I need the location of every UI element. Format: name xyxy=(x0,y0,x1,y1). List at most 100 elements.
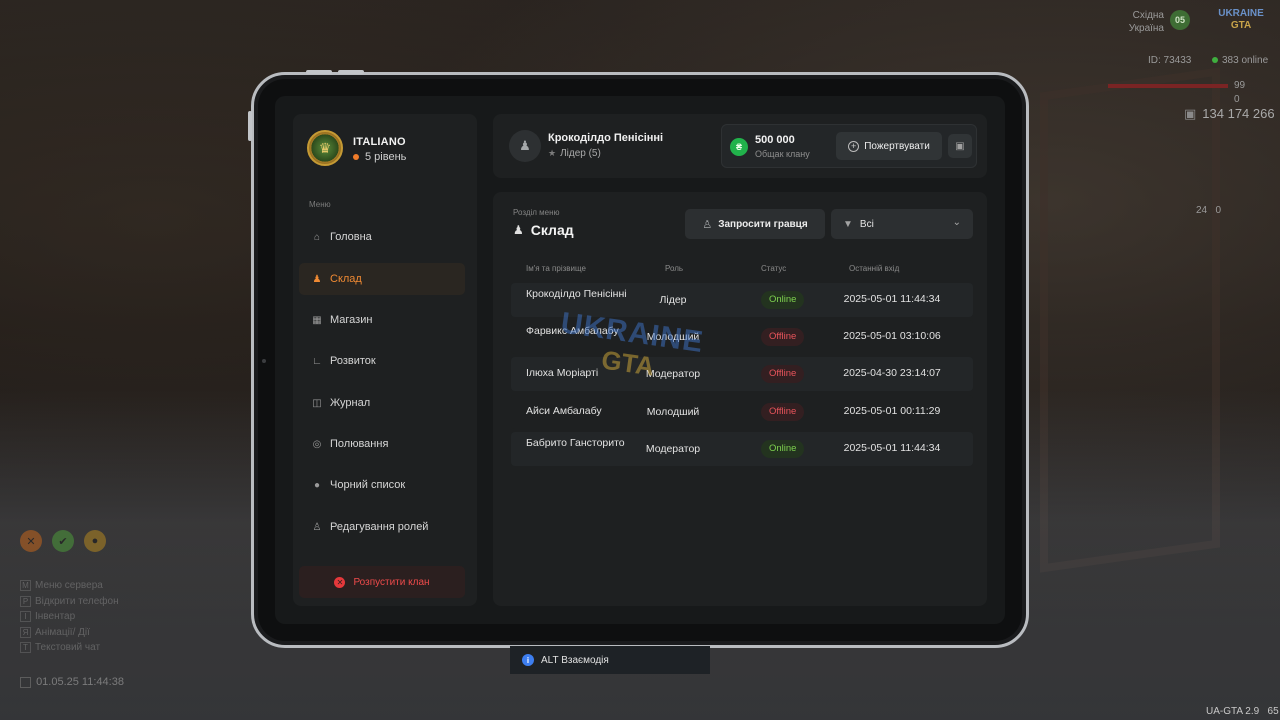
keybind-label: Меню сервера xyxy=(35,580,103,591)
member-role: Молодший xyxy=(646,331,700,343)
hud-logo-line2: GTA xyxy=(1230,20,1252,31)
donate-button[interactable]: + Пожертвувати xyxy=(836,132,942,160)
hud-health-bar xyxy=(1108,84,1228,88)
hunger-icon: ✕ xyxy=(20,530,42,552)
role-filter-select[interactable]: ▼ Всі ⌄ xyxy=(831,209,973,239)
keybind-item: I Інвентар xyxy=(20,609,119,625)
hud-ammo-extra: 0 xyxy=(1215,205,1222,216)
header-card: ♟ Крокоділдо Пенісінні ★ Лідер (5) ₴ 500 … xyxy=(493,114,987,178)
sidebar-item-edit-roles[interactable]: ♙ Редагування ролей xyxy=(299,511,465,543)
column-header-role: Роль xyxy=(665,264,684,273)
tablet-side-button xyxy=(248,111,252,141)
keybind-item: Я Анімації/ Дії xyxy=(20,625,119,641)
book-icon: ◫ xyxy=(312,397,322,409)
disband-clan-button[interactable]: ✕ Розпустити клан xyxy=(299,566,465,598)
hud-region-line1: Східна xyxy=(1132,10,1164,21)
user-role: ★ Лідер (5) xyxy=(548,148,601,159)
member-role: Лідер xyxy=(659,294,687,306)
cash-icon: ▣ xyxy=(1184,106,1197,121)
table-row[interactable]: Бабрито Гансторито Модератор Online 2025… xyxy=(511,432,973,466)
sidebar-item-hunting[interactable]: ◎ Полювання xyxy=(299,428,465,460)
close-circle-icon: ✕ xyxy=(334,576,346,588)
sidebar-item-label: Полювання xyxy=(330,438,389,450)
member-name: Ілюха Моріарті xyxy=(526,367,599,379)
sidebar-item-shop[interactable]: ▦ Магазин xyxy=(299,304,465,336)
user-avatar-icon: ♟ xyxy=(509,130,541,162)
user-name: Крокоділдо Пенісінні xyxy=(548,132,664,144)
keybind-label: Інвентар xyxy=(35,611,76,623)
star-icon: ★ xyxy=(548,148,557,158)
column-header-status: Статус xyxy=(761,264,787,273)
sidebar-item-label: Редагування ролей xyxy=(330,521,429,533)
sidebar-item-blacklist[interactable]: ● Чорний список xyxy=(299,469,465,501)
hud-datetime-text: 01.05.25 11:44:38 xyxy=(36,676,124,688)
status-badge: Online xyxy=(761,440,805,458)
interaction-hint-text: ALT Взаємодія xyxy=(541,654,609,666)
clock-icon xyxy=(20,676,31,688)
disband-label: Розпустити клан xyxy=(353,576,430,588)
chevron-down-icon: ⌄ xyxy=(952,217,961,228)
hud-fps: 65 xyxy=(1267,706,1279,717)
sidebar-item-development[interactable]: ∟ Розвиток xyxy=(299,345,465,377)
members-icon: ♟ xyxy=(513,223,524,237)
storage-box-button[interactable]: ▣ xyxy=(948,134,972,158)
filter-value: Всі xyxy=(859,218,874,230)
member-last-login: 2025-05-01 03:10:06 xyxy=(843,330,941,342)
status-badge: Offline xyxy=(761,403,805,421)
treasury-value: 500 000 xyxy=(755,134,795,146)
clan-level-text: 5 рівень xyxy=(365,151,407,163)
key-cap: P xyxy=(20,595,31,607)
clan-emblem-icon: ♛ xyxy=(307,130,343,166)
user-role-text: Лідер (5) xyxy=(560,148,601,159)
hud-version: UA-GTA 2.9 65 xyxy=(1206,706,1279,717)
sidebar-item-members[interactable]: ♟ Склад xyxy=(299,263,465,295)
member-name: Крокоділдо Пенісінні xyxy=(526,288,627,300)
section-caption: Розділ меню xyxy=(513,208,560,217)
sidebar-item-label: Магазин xyxy=(330,314,373,326)
hud-region-badge: 05 xyxy=(1170,10,1190,30)
members-panel: Розділ меню ♟ Склад ♙ Запросити гравця ▼ Вс… xyxy=(493,192,987,606)
hud-ammo-value: 24 xyxy=(1196,205,1208,216)
hud-keybinds: M Меню сервера P Відкрити телефон I Інвента… xyxy=(20,578,119,656)
target-icon: ◎ xyxy=(312,438,322,450)
online-dot-icon xyxy=(1212,57,1218,64)
table-row[interactable]: Крокоділдо Пенісінні Лідер Online 2025-0… xyxy=(511,283,973,317)
sidebar-item-journal[interactable]: ◫ Журнал xyxy=(299,387,465,419)
hud-region-line2: Україна xyxy=(1128,23,1164,34)
level-dot-icon xyxy=(353,154,359,161)
members-icon: ♟ xyxy=(312,273,322,285)
tablet-button xyxy=(306,70,332,74)
clan-name: ITALIANO xyxy=(353,136,406,148)
member-last-login: 2025-05-01 11:44:34 xyxy=(843,442,941,454)
invite-label: Запросити гравця xyxy=(718,218,808,230)
keybind-label: Анімації/ Дії xyxy=(35,626,90,638)
invite-player-button[interactable]: ♙ Запросити гравця xyxy=(685,209,825,239)
hud-health-value: 99 xyxy=(1234,80,1246,91)
info-icon: i xyxy=(522,654,534,666)
hud-datetime: 01.05.25 11:44:38 xyxy=(20,676,124,688)
filter-icon: ▼ xyxy=(843,218,853,230)
table-row[interactable]: Ілюха Моріарті Модератор Offline 2025-04… xyxy=(511,357,973,391)
hud-ammo: 24 0 xyxy=(1196,205,1221,216)
box-icon: ▣ xyxy=(955,140,965,152)
treasury-label: Общак клану xyxy=(755,149,810,159)
keybind-label: Відкрити телефон xyxy=(35,595,119,607)
status-badge: Offline xyxy=(761,365,805,383)
column-header-last-login: Останній вхід xyxy=(849,264,900,273)
tablet-screen: ♛ ITALIANO 5 рівень Меню ⌂ Головна ♟ Склад… xyxy=(275,96,1005,624)
key-cap: I xyxy=(20,611,31,623)
keybind-item: M Меню сервера xyxy=(20,578,119,594)
table-row[interactable]: Айси Амбалабу Молодший Offline 2025-05-0… xyxy=(511,395,973,429)
clan-treasury: ₴ 500 000 Общак клану + Пожертвувати ▣ xyxy=(721,124,977,168)
key-cap: Я xyxy=(20,626,31,638)
sidebar-item-home[interactable]: ⌂ Головна xyxy=(299,221,465,253)
member-last-login: 2025-05-01 11:44:34 xyxy=(843,293,941,305)
interaction-hint: i ALT Взаємодія xyxy=(510,646,710,674)
sidebar: ♛ ITALIANO 5 рівень Меню ⌂ Головна ♟ Склад… xyxy=(293,114,477,606)
hud-online: 383 online xyxy=(1212,55,1268,66)
hud-money-value: 134 174 266 xyxy=(1202,106,1275,121)
member-last-login: 2025-04-30 23:14:07 xyxy=(843,367,941,379)
key-cap: M xyxy=(20,580,31,591)
hud-server-logo: UKRAINE GTA xyxy=(1212,8,1270,36)
table-row[interactable]: Фарвикс Амбалабу Молодший Offline 2025-0… xyxy=(511,320,973,354)
